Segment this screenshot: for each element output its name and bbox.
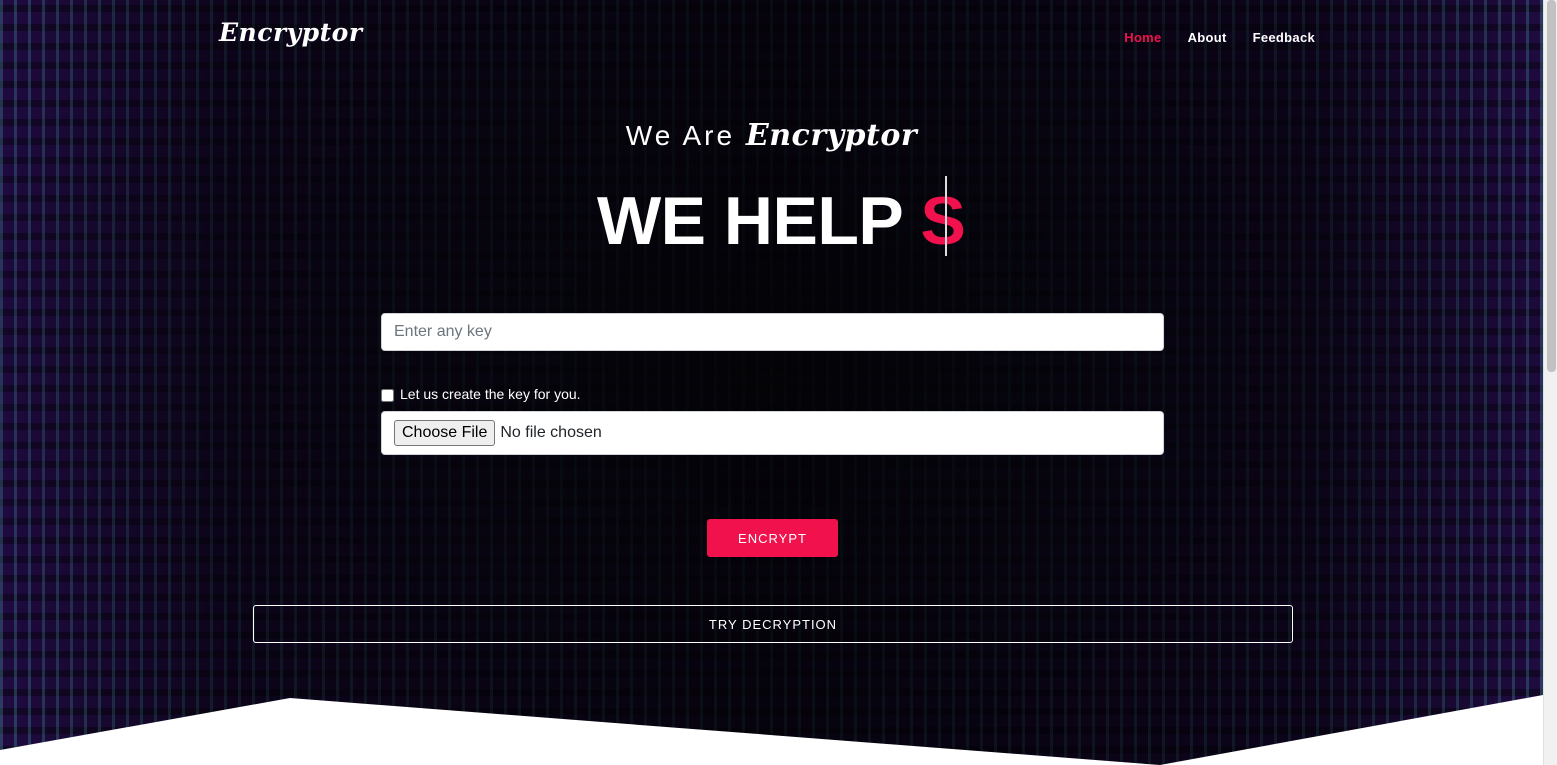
key-input[interactable] [381, 313, 1164, 351]
auto-key-option[interactable]: Let us create the key for you. [381, 386, 581, 402]
choose-file-button[interactable]: Choose File [394, 420, 496, 446]
headline-typed-text: S [920, 183, 966, 259]
main-nav: Home About Feedback [1124, 30, 1315, 45]
subtitle-brand: Encryptor [745, 118, 918, 153]
encrypt-button[interactable]: ENCRYPT [707, 519, 838, 557]
scrollbar-thumb[interactable] [1547, 0, 1556, 372]
nav-home-link[interactable]: Home [1124, 30, 1161, 45]
auto-key-checkbox[interactable] [381, 389, 394, 402]
hero-headline: WE HELP S [597, 182, 966, 260]
nav-feedback-link[interactable]: Feedback [1253, 30, 1315, 45]
bottom-wave-divider [0, 695, 1543, 765]
top-navbar: Encryptor Home About Feedback [0, 0, 1543, 75]
subtitle-prefix: We Are [625, 120, 736, 151]
file-input[interactable]: Choose File No file chosen [381, 411, 1164, 455]
typing-caret [945, 176, 947, 256]
headline-text: WE HELP [597, 183, 921, 259]
hero-subtitle: We Are Encryptor [0, 118, 1543, 153]
page-scrollbar[interactable] [1543, 0, 1557, 765]
auto-key-label: Let us create the key for you. [400, 386, 581, 402]
file-status-text: No file chosen [500, 424, 602, 441]
hero-matrix-background [0, 0, 1543, 765]
brand-logo[interactable]: Encryptor [219, 18, 363, 47]
try-decryption-button[interactable]: TRY DECRYPTION [253, 605, 1293, 643]
nav-about-link[interactable]: About [1188, 30, 1227, 45]
